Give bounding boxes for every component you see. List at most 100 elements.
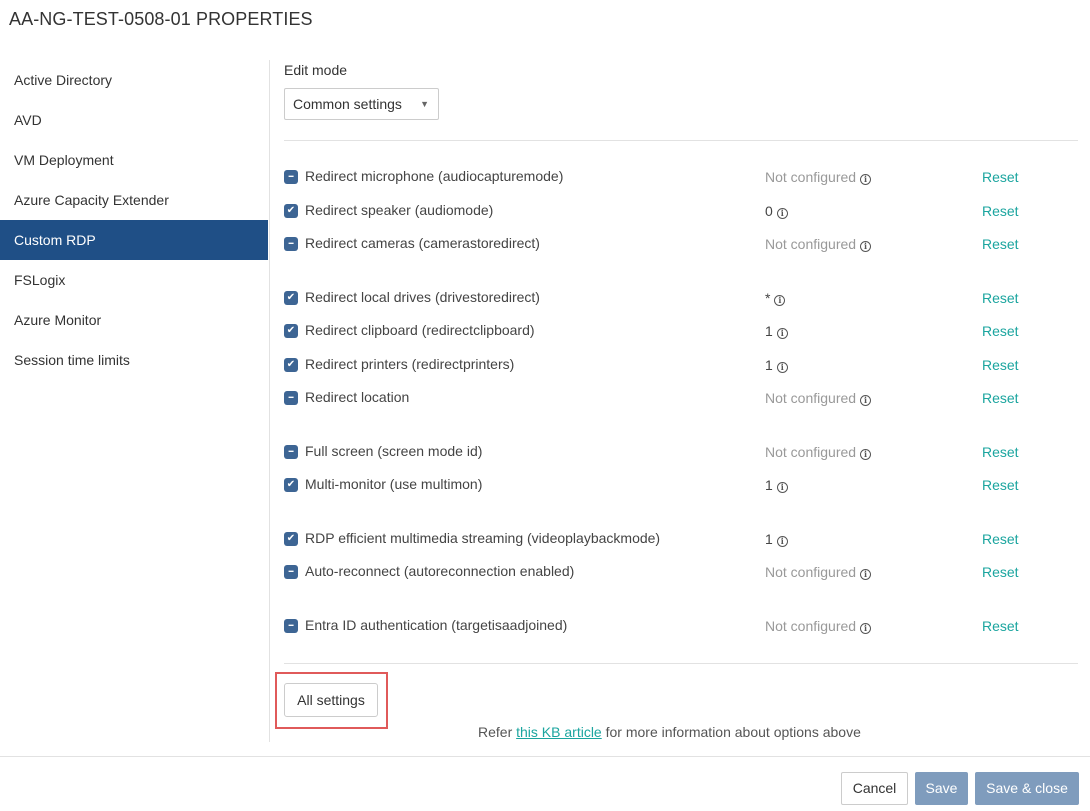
setting-checkbox[interactable]: ✔ xyxy=(284,478,298,492)
save-button[interactable]: Save xyxy=(915,772,968,805)
minus-icon: ━ xyxy=(288,393,294,402)
divider xyxy=(284,140,1078,141)
setting-checkbox[interactable]: ━ xyxy=(284,445,298,459)
info-icon[interactable]: i xyxy=(776,328,788,339)
setting-value: Not configured i xyxy=(765,444,872,460)
check-icon: ✔ xyxy=(286,292,296,303)
info-icon[interactable]: i xyxy=(776,362,788,373)
setting-label: Redirect local drives (drivestoredirect) xyxy=(305,289,540,305)
divider xyxy=(284,663,1078,664)
sidebar: Active Directory AVD VM Deployment Azure… xyxy=(0,60,268,380)
sidebar-item-azure-capacity-extender[interactable]: Azure Capacity Extender xyxy=(0,180,268,220)
sidebar-item-session-time-limits[interactable]: Session time limits xyxy=(0,340,268,380)
setting-row: ✔ Redirect speaker (audiomode) 0 i Reset xyxy=(284,199,1078,223)
reset-link[interactable]: Reset xyxy=(982,290,1019,306)
setting-checkbox[interactable]: ✔ xyxy=(284,532,298,546)
sidebar-item-custom-rdp[interactable]: Custom RDP xyxy=(0,220,268,260)
setting-row: ━ Redirect cameras (camerastoredirect) Not… xyxy=(284,232,1078,256)
setting-label: Redirect printers (redirectprinters) xyxy=(305,356,515,372)
setting-label: RDP efficient multimedia streaming (vide… xyxy=(305,530,661,546)
setting-checkbox[interactable]: ━ xyxy=(284,619,298,633)
setting-row: ━ Entra ID authentication (targetisaadjoi… xyxy=(284,614,1078,638)
info-icon[interactable]: i xyxy=(860,241,872,252)
kb-note: Refer this KB article for more informati… xyxy=(478,724,861,740)
setting-checkbox[interactable]: ━ xyxy=(284,170,298,184)
info-icon[interactable]: i xyxy=(860,395,872,406)
info-icon[interactable]: i xyxy=(860,174,872,185)
setting-value-text: Not configured xyxy=(765,390,857,406)
setting-value-text: Not configured xyxy=(765,444,857,460)
setting-value: Not configured i xyxy=(765,618,872,634)
setting-label: Redirect location xyxy=(305,389,410,405)
info-icon[interactable]: i xyxy=(774,295,786,306)
info-icon[interactable]: i xyxy=(860,569,872,580)
sidebar-item-vm-deployment[interactable]: VM Deployment xyxy=(0,140,268,180)
check-icon: ✔ xyxy=(286,359,296,370)
setting-value-text: Not configured xyxy=(765,618,857,634)
cancel-button[interactable]: Cancel xyxy=(841,772,908,805)
reset-link[interactable]: Reset xyxy=(982,169,1019,185)
info-icon[interactable]: i xyxy=(776,482,788,493)
setting-value-text: Not configured xyxy=(765,236,857,252)
setting-value: 1i xyxy=(765,357,788,373)
check-icon: ✔ xyxy=(286,533,296,544)
setting-value-text: 1 xyxy=(765,531,773,547)
setting-checkbox[interactable]: ━ xyxy=(284,565,298,579)
reset-link[interactable]: Reset xyxy=(982,444,1019,460)
check-icon: ✔ xyxy=(286,325,296,336)
setting-value: Not configured i xyxy=(765,390,872,406)
sidebar-item-avd[interactable]: AVD xyxy=(0,100,268,140)
setting-row: ━ Redirect location Not configured i Reset xyxy=(284,386,1078,410)
setting-row: ✔ Redirect clipboard (redirectclipboard) 1… xyxy=(284,319,1078,343)
reset-link[interactable]: Reset xyxy=(982,203,1019,219)
kb-article-link[interactable]: this KB article xyxy=(516,724,602,740)
setting-value-text: 1 xyxy=(765,477,773,493)
footer-divider xyxy=(0,756,1090,757)
setting-value: 0i xyxy=(765,203,788,219)
info-icon[interactable]: i xyxy=(860,449,872,460)
setting-value: 1i xyxy=(765,531,788,547)
setting-row: ━ Auto-reconnect (autoreconnection enable… xyxy=(284,560,1078,584)
sidebar-divider xyxy=(269,60,270,742)
setting-value: Not configured i xyxy=(765,169,872,185)
info-icon[interactable]: i xyxy=(776,208,788,219)
reset-link[interactable]: Reset xyxy=(982,323,1019,339)
kb-note-prefix: Refer xyxy=(478,724,517,740)
setting-checkbox[interactable]: ━ xyxy=(284,391,298,405)
reset-link[interactable]: Reset xyxy=(982,531,1019,547)
setting-value: 1i xyxy=(765,477,788,493)
kb-note-suffix: for more information about options above xyxy=(601,724,861,740)
setting-checkbox[interactable]: ━ xyxy=(284,237,298,251)
setting-value-text: 1 xyxy=(765,357,773,373)
reset-link[interactable]: Reset xyxy=(982,390,1019,406)
all-settings-button[interactable]: All settings xyxy=(284,683,378,717)
save-close-button[interactable]: Save & close xyxy=(975,772,1079,805)
setting-label: Redirect clipboard (redirectclipboard) xyxy=(305,322,535,338)
check-icon: ✔ xyxy=(286,205,296,216)
setting-label: Redirect speaker (audiomode) xyxy=(305,202,494,218)
edit-mode-select[interactable]: Common settings ▼ xyxy=(284,88,439,120)
minus-icon: ━ xyxy=(288,621,294,630)
reset-link[interactable]: Reset xyxy=(982,477,1019,493)
reset-link[interactable]: Reset xyxy=(982,236,1019,252)
setting-checkbox[interactable]: ✔ xyxy=(284,358,298,372)
reset-link[interactable]: Reset xyxy=(982,357,1019,373)
setting-label: Auto-reconnect (autoreconnection enabled… xyxy=(305,563,575,579)
info-icon[interactable]: i xyxy=(776,536,788,547)
dialog-title: AA-NG-TEST-0508-01 PROPERTIES xyxy=(9,9,313,29)
sidebar-item-azure-monitor[interactable]: Azure Monitor xyxy=(0,300,268,340)
reset-link[interactable]: Reset xyxy=(982,618,1019,634)
setting-value-text: Not configured xyxy=(765,564,857,580)
sidebar-item-active-directory[interactable]: Active Directory xyxy=(0,60,268,100)
setting-checkbox[interactable]: ✔ xyxy=(284,324,298,338)
reset-link[interactable]: Reset xyxy=(982,564,1019,580)
setting-checkbox[interactable]: ✔ xyxy=(284,291,298,305)
sidebar-item-fslogix[interactable]: FSLogix xyxy=(0,260,268,300)
setting-checkbox[interactable]: ✔ xyxy=(284,204,298,218)
setting-label: Redirect microphone (audiocapturemode) xyxy=(305,168,564,184)
setting-value: Not configured i xyxy=(765,564,872,580)
info-icon[interactable]: i xyxy=(860,623,872,634)
edit-mode-label: Edit mode xyxy=(284,62,348,78)
setting-row: ━ Redirect microphone (audiocapturemode) N… xyxy=(284,165,1078,189)
setting-row: ✔ RDP efficient multimedia streaming (vid… xyxy=(284,527,1078,551)
